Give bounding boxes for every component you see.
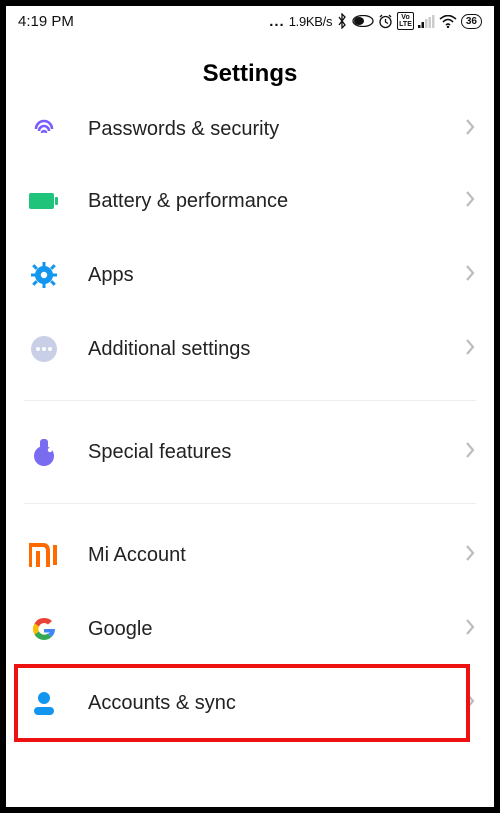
row-special-features[interactable]: Special features <box>6 415 494 489</box>
chevron-right-icon <box>464 117 476 142</box>
chevron-right-icon <box>464 691 476 716</box>
device-frame: 4:19 PM ... 1.9KB/s VoLTE 36 Settings Pa… <box>0 0 500 813</box>
row-label: Mi Account <box>88 544 464 567</box>
settings-list: Passwords & security Battery & performan… <box>6 106 494 740</box>
section-divider <box>24 400 476 401</box>
status-time: 4:19 PM <box>18 13 74 30</box>
row-label: Special features <box>88 441 464 464</box>
status-icons: ... 1.9KB/s VoLTE 36 <box>269 12 482 30</box>
chevron-right-icon <box>464 617 476 642</box>
row-additional-settings[interactable]: Additional settings <box>6 312 494 386</box>
mi-logo-icon <box>24 543 64 567</box>
row-label: Apps <box>88 264 464 287</box>
volte-icon: VoLTE <box>397 12 414 30</box>
row-label: Additional settings <box>88 338 464 361</box>
battery-saver-icon <box>352 15 374 27</box>
signal-icon <box>418 15 435 28</box>
row-label: Google <box>88 618 464 641</box>
chevron-right-icon <box>464 189 476 214</box>
battery-icon <box>24 192 64 210</box>
wifi-icon <box>439 15 457 28</box>
row-label: Passwords & security <box>88 118 464 141</box>
row-passwords-security[interactable]: Passwords & security <box>6 106 494 164</box>
row-label: Battery & performance <box>88 190 464 213</box>
section-divider <box>24 503 476 504</box>
row-accounts-sync[interactable]: Accounts & sync <box>6 666 494 740</box>
google-logo-icon <box>24 615 64 643</box>
status-net-speed: 1.9KB/s <box>289 14 332 29</box>
chevron-right-icon <box>464 337 476 362</box>
more-dots-icon <box>24 335 64 363</box>
row-mi-account[interactable]: Mi Account <box>6 518 494 592</box>
status-battery: 36 <box>461 14 482 29</box>
status-dots: ... <box>269 13 285 30</box>
fingerprint-icon <box>24 115 64 143</box>
lab-flask-icon <box>24 437 64 467</box>
person-icon <box>24 689 64 717</box>
apps-gear-icon <box>24 261 64 289</box>
row-label: Accounts & sync <box>88 692 464 715</box>
status-bar: 4:19 PM ... 1.9KB/s VoLTE 36 <box>6 6 494 36</box>
chevron-right-icon <box>464 440 476 465</box>
bluetooth-icon <box>336 13 348 29</box>
chevron-right-icon <box>464 543 476 568</box>
page-title: Settings <box>6 36 494 106</box>
row-google[interactable]: Google <box>6 592 494 666</box>
row-apps[interactable]: Apps <box>6 238 494 312</box>
alarm-icon <box>378 14 393 29</box>
row-battery-performance[interactable]: Battery & performance <box>6 164 494 238</box>
chevron-right-icon <box>464 263 476 288</box>
